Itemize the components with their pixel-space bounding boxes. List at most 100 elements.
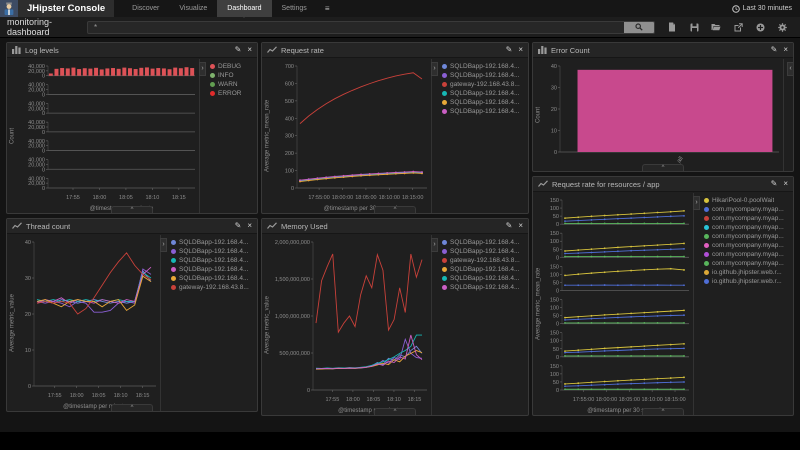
legend-label: SQLDBapp-192.168.4... xyxy=(450,239,519,246)
legend-toggle-icon[interactable]: › xyxy=(199,62,206,76)
legend-item[interactable]: gateway-192.168.43.8... xyxy=(171,284,255,291)
edit-panel-icon[interactable]: ✎ xyxy=(235,222,242,230)
edit-panel-icon[interactable]: ✎ xyxy=(506,46,513,54)
legend-label: DEBUG xyxy=(218,63,241,70)
save-dashboard-icon[interactable] xyxy=(689,22,699,32)
menu-icon[interactable]: ≡ xyxy=(317,0,338,17)
panel-header[interactable]: Log levels ✎× xyxy=(7,43,257,58)
edit-panel-icon[interactable]: ✎ xyxy=(235,46,242,54)
time-picker[interactable]: Last 30 minutes xyxy=(732,0,800,17)
legend-item[interactable]: SQLDBapp-192.168.4... xyxy=(442,248,526,255)
panel-memory-used: Memory Used ✎× Average metric_value 2,00… xyxy=(261,218,529,416)
legend-item[interactable]: SQLDBapp-192.168.4... xyxy=(442,266,526,273)
legend-label: SQLDBapp-192.168.4... xyxy=(179,239,248,246)
legend-item[interactable]: com.mycompany.myap... xyxy=(704,260,791,267)
legend-toggle-icon[interactable]: › xyxy=(431,62,438,76)
legend-item[interactable]: SQLDBapp-192.168.4... xyxy=(442,108,526,115)
close-panel-icon[interactable]: × xyxy=(783,46,788,54)
open-folder-icon[interactable] xyxy=(711,22,721,32)
collapse-panel-button[interactable]: ^ xyxy=(111,206,153,213)
panel-header[interactable]: Error Count ✎× xyxy=(533,43,793,58)
legend-item[interactable]: SQLDBapp-192.168.4... xyxy=(171,239,255,246)
legend-item[interactable]: com.mycompany.myap... xyxy=(704,233,791,240)
legend-item[interactable]: io.github.jhipster.web.r... xyxy=(704,278,791,285)
legend-item[interactable]: com.mycompany.myap... xyxy=(704,224,791,231)
legend-item[interactable]: SQLDBapp-192.168.4... xyxy=(442,72,526,79)
legend-label: HikariPool-0.poolWait xyxy=(712,197,774,204)
legend-item[interactable]: WARN xyxy=(210,81,255,88)
svg-text:0: 0 xyxy=(307,388,310,394)
legend-toggle-icon[interactable]: › xyxy=(693,196,700,210)
nav-dashboard[interactable]: Dashboard xyxy=(217,0,271,17)
legend-label: SQLDBapp-192.168.4... xyxy=(450,266,519,273)
nav-settings[interactable]: Settings xyxy=(272,0,317,17)
panel-body: Count 403020100_all ‹ xyxy=(533,59,793,171)
collapse-panel-button[interactable]: ^ xyxy=(374,408,416,415)
legend-item[interactable]: SQLDBapp-192.168.4... xyxy=(442,275,526,282)
legend-item[interactable]: SQLDBapp-192.168.4... xyxy=(171,257,255,264)
close-panel-icon[interactable]: × xyxy=(783,180,788,188)
legend-item[interactable]: com.mycompany.myap... xyxy=(704,242,791,249)
add-visualization-icon[interactable] xyxy=(755,22,765,32)
legend-label: com.mycompany.myap... xyxy=(712,260,784,267)
legend-item[interactable]: HikariPool-0.poolWait xyxy=(704,197,791,204)
legend-toggle-icon[interactable]: ‹ xyxy=(787,62,793,76)
legend-color-dot xyxy=(442,267,447,272)
legend: › SQLDBapp-192.168.4... SQLDBapp-192.168.… xyxy=(431,235,528,415)
legend-item[interactable]: io.github.jhipster.web.r... xyxy=(704,269,791,276)
legend-item[interactable]: com.mycompany.myap... xyxy=(704,251,791,258)
nav-discover[interactable]: Discover xyxy=(122,0,169,17)
close-panel-icon[interactable]: × xyxy=(518,222,523,230)
legend-color-dot xyxy=(171,240,176,245)
panel-header[interactable]: Thread count ✎× xyxy=(7,219,257,234)
legend-item[interactable]: com.mycompany.myap... xyxy=(704,215,791,222)
edit-panel-icon[interactable]: ✎ xyxy=(771,180,778,188)
collapse-panel-button[interactable]: ^ xyxy=(374,206,416,213)
nav-visualize[interactable]: Visualize xyxy=(169,0,217,17)
edit-panel-icon[interactable]: ✎ xyxy=(506,222,513,230)
panel-header[interactable]: Request rate ✎× xyxy=(262,43,528,58)
legend-item[interactable]: SQLDBapp-192.168.4... xyxy=(171,248,255,255)
svg-text:17:55: 17:55 xyxy=(325,397,339,403)
options-gear-icon[interactable] xyxy=(777,22,787,32)
legend-item[interactable]: com.mycompany.myap... xyxy=(704,206,791,213)
edit-panel-icon[interactable]: ✎ xyxy=(771,46,778,54)
legend-color-dot xyxy=(704,252,709,257)
legend-color-dot xyxy=(171,258,176,263)
legend-toggle-icon[interactable]: › xyxy=(160,238,167,252)
collapse-panel-button[interactable]: ^ xyxy=(111,404,153,411)
collapse-panel-button[interactable]: ^ xyxy=(642,408,684,415)
legend-item[interactable]: DEBUG xyxy=(210,63,255,70)
brand[interactable]: JHipster Console xyxy=(0,0,114,17)
legend-item[interactable]: gateway-192.168.43.8... xyxy=(442,81,526,88)
panel-header[interactable]: Memory Used ✎× xyxy=(262,219,528,234)
legend-toggle-icon[interactable]: › xyxy=(431,238,438,252)
svg-text:18:00: 18:00 xyxy=(346,397,360,403)
legend-item[interactable]: SQLDBapp-192.168.4... xyxy=(171,266,255,273)
legend-item[interactable]: SQLDBapp-192.168.4... xyxy=(442,239,526,246)
close-panel-icon[interactable]: × xyxy=(518,46,523,54)
line-chart-icon xyxy=(267,46,277,54)
share-icon[interactable] xyxy=(733,22,743,32)
close-panel-icon[interactable]: × xyxy=(247,46,252,54)
panel-header[interactable]: Request rate for resources / app ✎× xyxy=(533,177,793,192)
collapse-panel-button[interactable]: ^ xyxy=(642,164,684,171)
svg-text:0: 0 xyxy=(42,111,45,117)
legend-item[interactable]: gateway-192.168.43.8... xyxy=(442,257,526,264)
close-panel-icon[interactable]: × xyxy=(247,222,252,230)
legend-item[interactable]: ERROR xyxy=(210,90,255,97)
y-axis-label: Average metric_value xyxy=(7,235,18,411)
svg-text:18:10: 18:10 xyxy=(114,393,128,399)
legend-item[interactable]: SQLDBapp-192.168.4... xyxy=(442,63,526,70)
new-dashboard-icon[interactable] xyxy=(667,22,677,32)
legend-item[interactable]: SQLDBapp-192.168.4... xyxy=(442,284,526,291)
svg-text:17:55: 17:55 xyxy=(66,195,80,201)
time-range-label: Last 30 minutes xyxy=(743,5,792,12)
legend-item[interactable]: SQLDBapp-192.168.4... xyxy=(442,90,526,97)
legend-item[interactable]: SQLDBapp-192.168.4... xyxy=(171,275,255,282)
legend-item[interactable]: SQLDBapp-192.168.4... xyxy=(442,99,526,106)
legend-item[interactable]: INFO xyxy=(210,72,255,79)
query-input[interactable] xyxy=(88,22,624,33)
search-button[interactable] xyxy=(624,22,654,33)
svg-text:18:00: 18:00 xyxy=(70,393,84,399)
